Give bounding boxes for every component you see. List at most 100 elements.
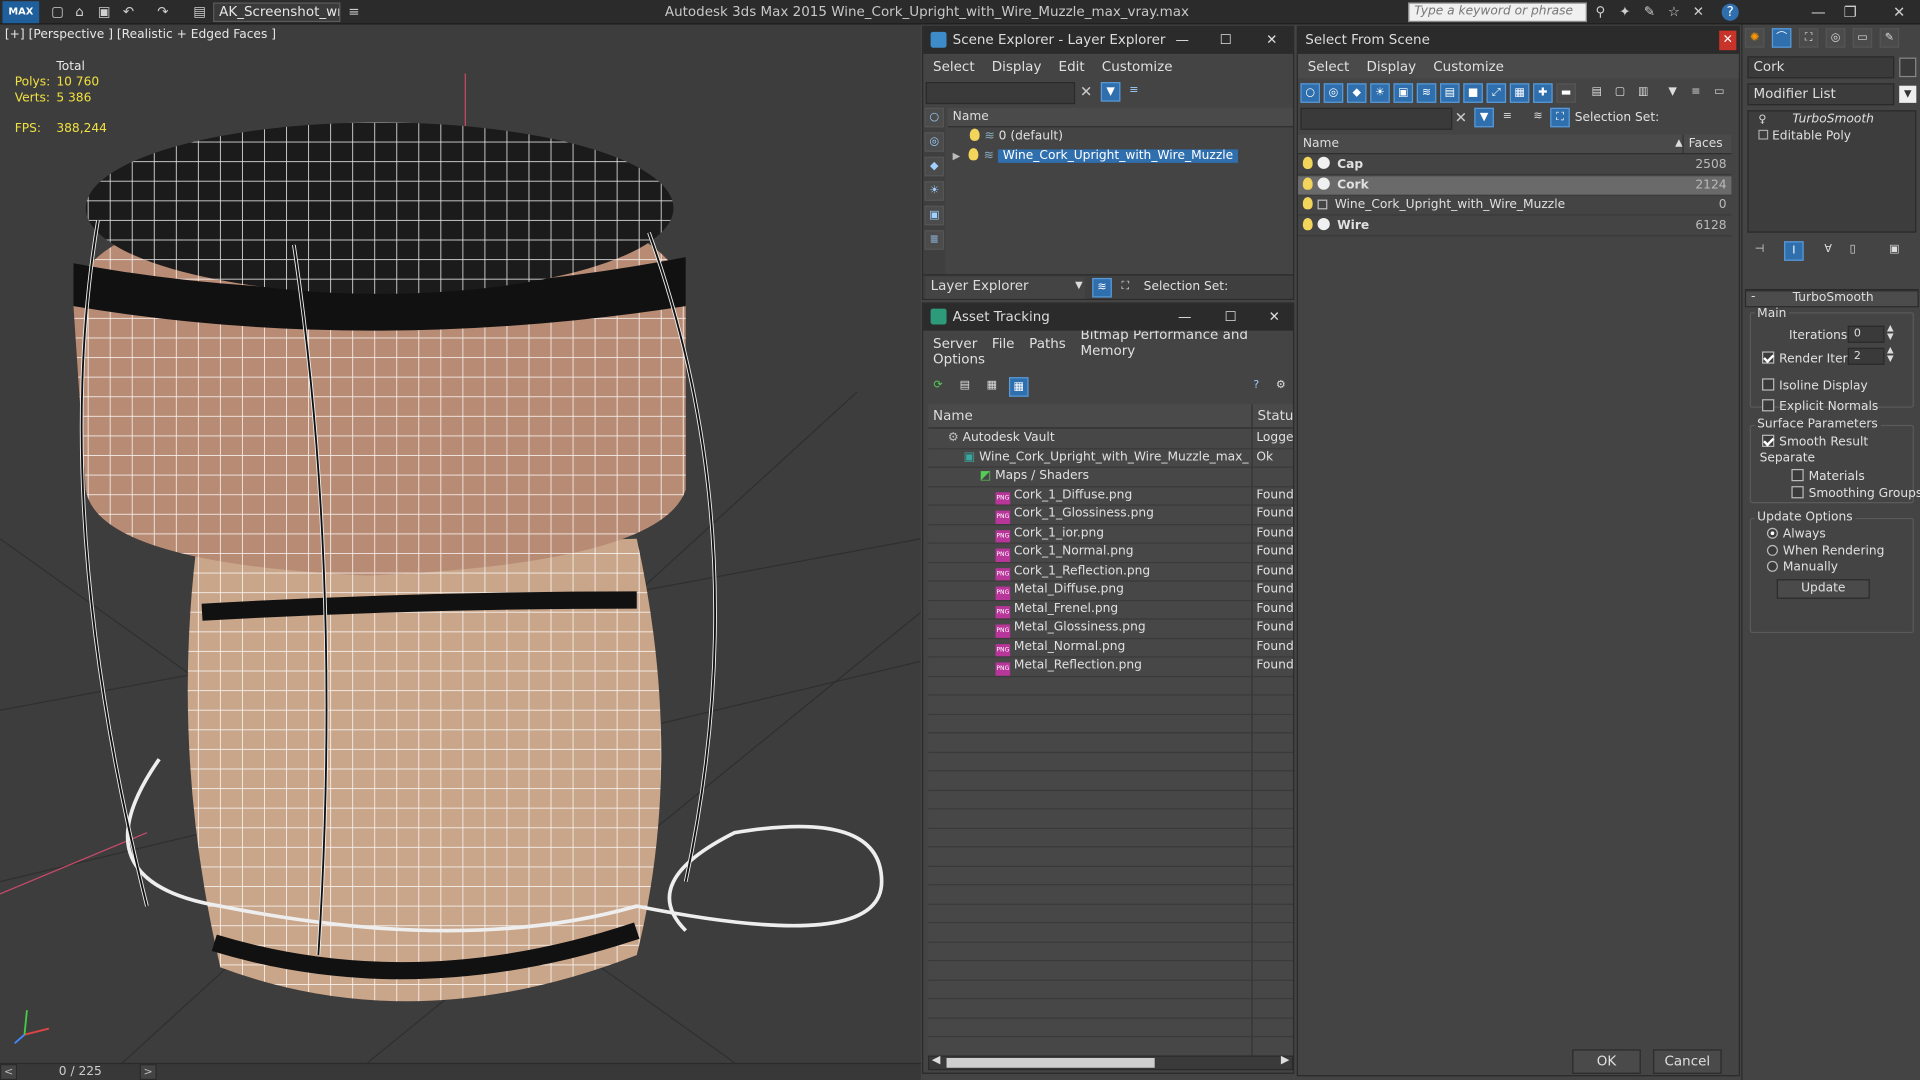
minimize-button[interactable]: —: [1805, 2, 1832, 22]
undo-icon[interactable]: ↶: [120, 4, 137, 21]
tools-icon[interactable]: ✦: [1616, 4, 1633, 21]
stack-item-turbosmooth[interactable]: ♀ TurboSmooth: [1749, 111, 1916, 128]
display-containers-icon[interactable]: ▦: [1509, 83, 1530, 103]
menu-paths[interactable]: Paths: [1029, 335, 1066, 351]
refresh-icon[interactable]: ⟳: [928, 377, 948, 397]
prev-frame-button[interactable]: <: [0, 1064, 18, 1080]
object-visible-icon[interactable]: [1302, 217, 1313, 230]
modifier-on-icon[interactable]: ♀: [1758, 114, 1766, 126]
pin-stack-icon[interactable]: ⊣: [1750, 241, 1770, 261]
object-visible-icon[interactable]: [1302, 197, 1313, 210]
x-icon[interactable]: ✕: [1690, 4, 1707, 21]
asset-row[interactable]: PNG Cork_1_Glossiness.png Found: [928, 504, 1293, 525]
hierarchy-icon[interactable]: ⛶: [1550, 107, 1570, 128]
scene-explorer-titlebar[interactable]: Scene Explorer - Layer Explorer — ☐ ✕: [923, 26, 1294, 54]
display-groups-icon[interactable]: ▤: [1440, 83, 1460, 103]
new-icon[interactable]: ▢: [49, 4, 66, 21]
save-icon[interactable]: ▣: [96, 4, 113, 21]
smoothing-groups-checkbox[interactable]: [1791, 486, 1804, 499]
iterations-spinner[interactable]: 0: [1847, 325, 1885, 343]
explorer-type-dropdown[interactable]: Layer Explorer: [925, 276, 1085, 299]
display-geometry-icon[interactable]: ◎: [924, 132, 945, 152]
render-iters-checkbox[interactable]: [1762, 351, 1775, 364]
help-icon[interactable]: ?: [1247, 377, 1267, 397]
layer-row-wine-cork[interactable]: ▶ ≋ Wine_Cork_Upright_with_Wire_Muzzle: [948, 147, 1293, 167]
minimize-icon[interactable]: —: [1176, 27, 1189, 54]
maximize-button[interactable]: ❐: [1837, 2, 1864, 22]
restore-icon[interactable]: ☐: [1220, 27, 1232, 54]
cancel-button[interactable]: Cancel: [1653, 1049, 1722, 1074]
show-end-result-icon[interactable]: Ι: [1784, 241, 1804, 261]
menu-select[interactable]: Select: [1308, 58, 1350, 74]
list-view-icon[interactable]: ▤: [955, 377, 975, 397]
always-row[interactable]: Always: [1766, 527, 1826, 541]
display-spacewarps-icon[interactable]: ≋: [1416, 83, 1437, 103]
rollout-header[interactable]: - TurboSmooth: [1744, 290, 1919, 308]
make-unique-icon[interactable]: ∀: [1818, 241, 1838, 261]
project-icon[interactable]: ▤: [191, 4, 208, 21]
time-slider[interactable]: < 0 / 225 >: [0, 1062, 921, 1080]
display-helpers-icon[interactable]: ▣: [1393, 83, 1414, 103]
asset-row[interactable]: PNG Metal_Glossiness.png Found: [928, 618, 1293, 638]
menu-server[interactable]: Server: [933, 335, 977, 351]
smooth-result-row[interactable]: Smooth Result: [1762, 434, 1868, 449]
scroll-thumb[interactable]: [946, 1057, 1155, 1068]
restore-icon[interactable]: ☐: [1224, 304, 1236, 331]
asset-row[interactable]: PNG Cork_1_Normal.png Found: [928, 542, 1293, 563]
menu-edit[interactable]: Edit: [1059, 58, 1085, 74]
display-lights-icon[interactable]: ◆: [1346, 83, 1367, 103]
object-row[interactable]: Cap 2508: [1297, 156, 1732, 176]
workspace-dropdown[interactable]: AK_Screenshot_wrksp: [213, 2, 341, 23]
ok-button[interactable]: OK: [1572, 1049, 1641, 1074]
expand-icon[interactable]: [1758, 129, 1769, 140]
asset-row[interactable]: PNG Cork_1_Reflection.png Found: [928, 561, 1293, 582]
object-row[interactable]: Wine_Cork_Upright_with_Wire_Muzzle 0: [1297, 196, 1732, 216]
close-icon[interactable]: ✕: [1266, 27, 1277, 54]
asset-row[interactable]: PNG Metal_Diffuse.png Found: [928, 580, 1293, 601]
menu-icon[interactable]: ≡: [345, 4, 362, 21]
layer-view-icon[interactable]: ≋: [1528, 108, 1548, 128]
object-color-swatch[interactable]: [1899, 57, 1917, 78]
menu-options[interactable]: Options: [933, 351, 985, 367]
asset-tracking-titlebar[interactable]: Asset Tracking — ☐ ✕: [923, 303, 1294, 331]
close-icon[interactable]: ✕: [1269, 304, 1280, 331]
expand-arrow-icon[interactable]: ▶: [953, 151, 961, 162]
thumbnail-icon[interactable]: ▦: [982, 377, 1002, 397]
display-shapes-icon[interactable]: ◎: [1323, 83, 1344, 103]
render-iters-row[interactable]: Render Iters:: [1762, 351, 1858, 366]
modifier-dropdown-icon[interactable]: ▼: [1899, 85, 1917, 103]
asset-row[interactable]: PNG Metal_Frenel.png Found: [928, 599, 1293, 619]
menu-select[interactable]: Select: [933, 58, 975, 74]
open-icon[interactable]: ⌂: [71, 4, 88, 21]
layer-visible-icon[interactable]: [968, 148, 979, 161]
layer-row-default[interactable]: ≋ 0 (default): [948, 127, 1293, 147]
next-frame-button[interactable]: >: [139, 1064, 157, 1080]
app-logo[interactable]: MAX: [2, 1, 40, 24]
binoculars-icon[interactable]: ⚲: [1592, 4, 1609, 21]
explicit-normals-checkbox[interactable]: [1762, 399, 1775, 412]
display-none-icon[interactable]: ○: [924, 107, 945, 128]
materials-row[interactable]: Materials: [1791, 468, 1865, 484]
clear-find-icon[interactable]: ✕: [1455, 109, 1467, 126]
asset-row[interactable]: ▣ Wine_Cork_Upright_with_Wire_Muzzle_max…: [928, 448, 1293, 467]
dialog-close-icon[interactable]: ✕: [1719, 30, 1737, 51]
menu-display[interactable]: Display: [1366, 58, 1416, 74]
search-input[interactable]: Type a keyword or phrase: [1408, 2, 1587, 23]
when-rendering-row[interactable]: When Rendering: [1766, 544, 1884, 558]
scroll-right-icon[interactable]: ▶: [1281, 1054, 1289, 1066]
object-row[interactable]: Cork 2124: [1297, 175, 1732, 196]
explicit-normals-row[interactable]: Explicit Normals: [1762, 399, 1878, 414]
menu-file[interactable]: File: [992, 335, 1015, 351]
asset-row[interactable]: PNG Metal_Normal.png Found: [928, 637, 1293, 657]
render-iters-spinner[interactable]: 2: [1847, 347, 1885, 365]
display-bones-icon[interactable]: ⤢: [1486, 83, 1507, 103]
favorites-icon[interactable]: ☆: [1665, 4, 1682, 21]
isoline-row[interactable]: Isoline Display: [1762, 378, 1868, 393]
select-find-field[interactable]: [1300, 107, 1453, 130]
display-cameras-icon[interactable]: ☀: [1370, 83, 1390, 103]
configure-sets-icon[interactable]: ▣: [1884, 241, 1904, 261]
select-from-scene-titlebar[interactable]: Select From Scene ✕: [1297, 26, 1739, 54]
utilities-tab-icon[interactable]: ✎: [1879, 28, 1900, 48]
layer-visible-icon[interactable]: [969, 128, 980, 141]
asset-row[interactable]: ⚙ Autodesk Vault Logged: [928, 429, 1293, 448]
